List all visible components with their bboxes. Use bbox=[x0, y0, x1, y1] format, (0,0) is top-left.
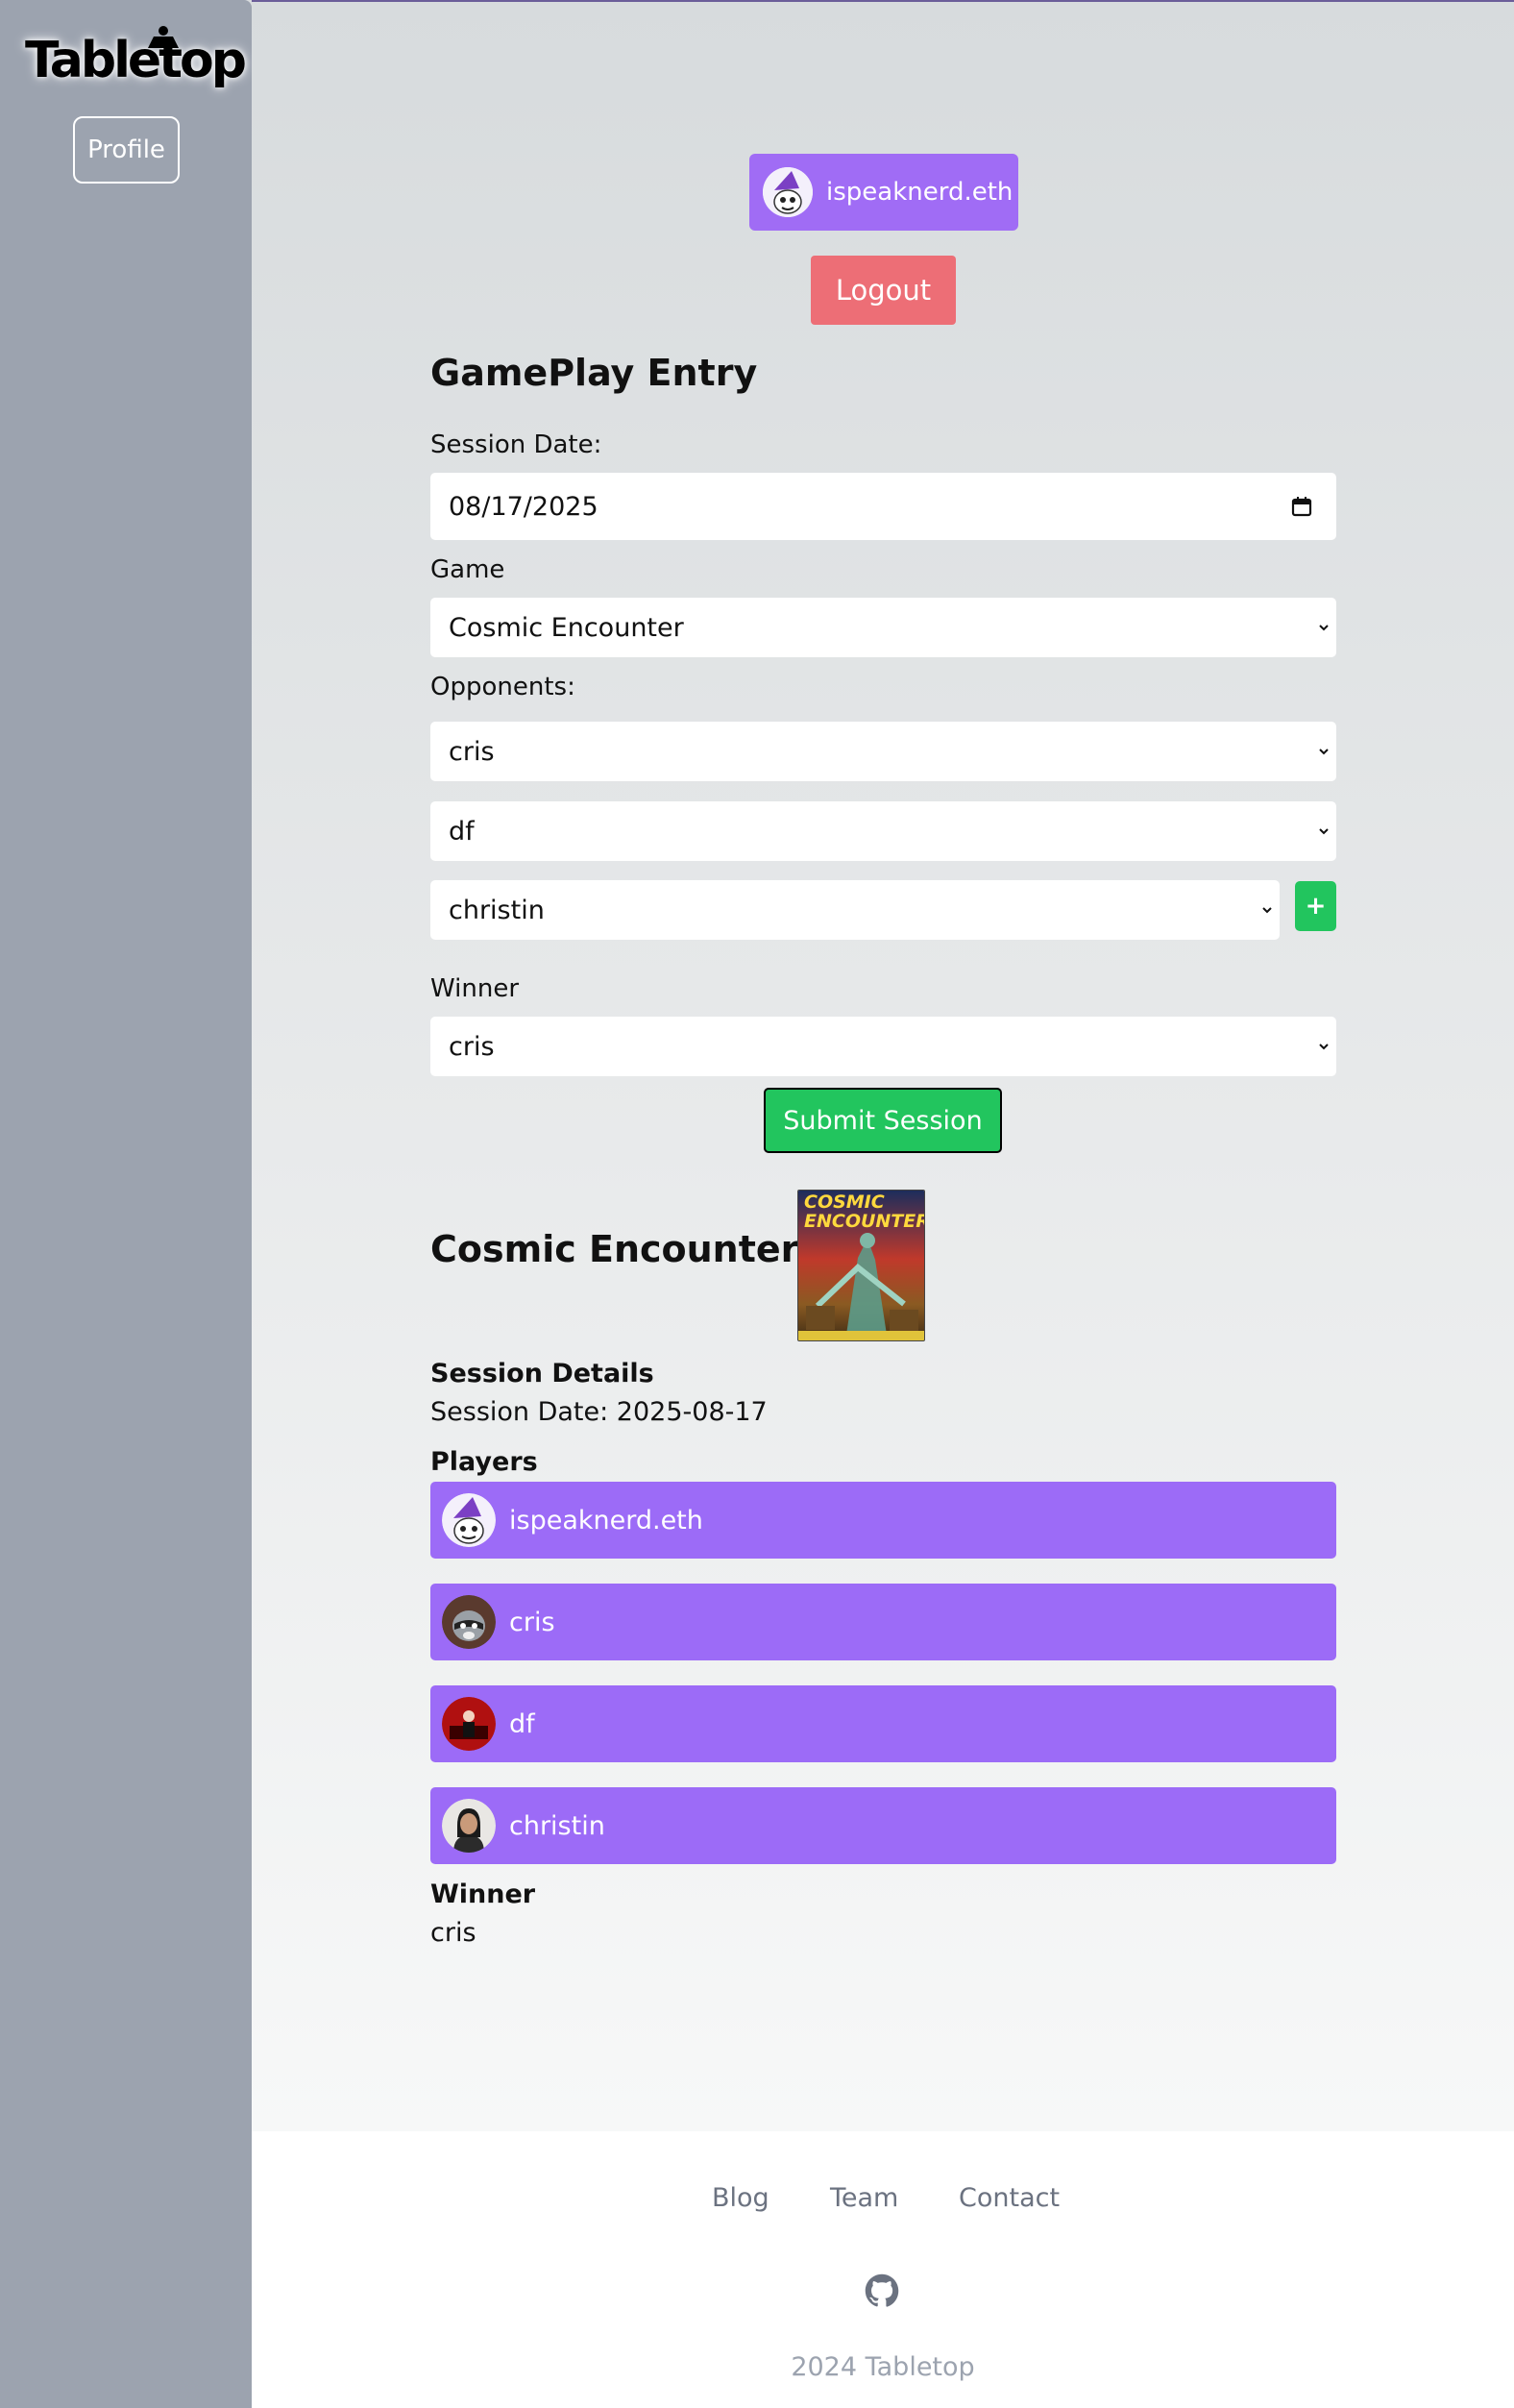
chevron-down-icon bbox=[1319, 828, 1329, 835]
calendar-icon[interactable] bbox=[1290, 495, 1313, 518]
tabletop-logo[interactable]: Tabletop bbox=[25, 26, 247, 94]
meeple-icon bbox=[148, 26, 179, 48]
player-row: ispeaknerd.eth bbox=[430, 1482, 1336, 1559]
opponent-select-3[interactable]: christin bbox=[430, 880, 1280, 940]
opponents-label: Opponents: bbox=[430, 673, 575, 701]
player-name: christin bbox=[509, 1810, 605, 1841]
chevron-down-icon bbox=[1319, 1044, 1329, 1050]
opponent-select-value: christin bbox=[449, 895, 545, 925]
game-box-art: COSMIC ENCOUNTER bbox=[797, 1190, 925, 1341]
user-avatar bbox=[763, 167, 813, 217]
add-opponent-button[interactable]: + bbox=[1295, 881, 1336, 931]
session-details-label: Session Details bbox=[430, 1359, 654, 1388]
player-avatar bbox=[442, 1799, 496, 1853]
game-select-value: Cosmic Encounter bbox=[449, 612, 684, 643]
game-select[interactable]: Cosmic Encounter bbox=[430, 598, 1336, 657]
form-title: GamePlay Entry bbox=[430, 352, 758, 394]
session-date-text: Session Date: 2025-08-17 bbox=[430, 1397, 768, 1427]
session-date-label: Session Date: bbox=[430, 430, 602, 459]
user-chip[interactable]: ispeaknerd.eth bbox=[749, 154, 1018, 231]
person-avatar-icon bbox=[442, 1799, 496, 1853]
submit-session-button[interactable]: Submit Session bbox=[764, 1088, 1002, 1153]
art-title-line-1: COSMIC bbox=[804, 1192, 885, 1213]
player-name: cris bbox=[509, 1607, 555, 1637]
copyright: 2024 Tabletop bbox=[791, 2352, 975, 2382]
logo-text: Tabletop bbox=[25, 32, 247, 89]
player-row: df bbox=[430, 1685, 1336, 1762]
footer-link-contact[interactable]: Contact bbox=[959, 2183, 1060, 2213]
opponent-select-1[interactable]: cris bbox=[430, 722, 1336, 781]
player-avatar bbox=[442, 1595, 496, 1649]
player-avatar bbox=[442, 1493, 496, 1547]
player-row: christin bbox=[430, 1787, 1336, 1864]
winner-label: Winner bbox=[430, 1880, 536, 1909]
footer-link-team[interactable]: Team bbox=[830, 2183, 898, 2213]
players-label: Players bbox=[430, 1447, 538, 1477]
opponent-select-value: df bbox=[449, 816, 475, 847]
wizard-avatar-icon bbox=[763, 167, 813, 217]
opponent-select-2[interactable]: df bbox=[430, 801, 1336, 861]
winner-value: cris bbox=[430, 1918, 476, 1948]
footer-link-blog[interactable]: Blog bbox=[712, 2183, 769, 2213]
player-name: df bbox=[509, 1708, 535, 1739]
player-row: cris bbox=[430, 1584, 1336, 1660]
winner-select[interactable]: cris bbox=[430, 1017, 1336, 1076]
session-date-input[interactable]: 08/17/2025 bbox=[430, 473, 1336, 540]
github-icon[interactable] bbox=[865, 2273, 899, 2308]
winner-select-value: cris bbox=[449, 1031, 495, 1062]
game-title: Cosmic Encounter bbox=[430, 1228, 799, 1270]
winner-select-label: Winner bbox=[430, 974, 520, 1003]
raccoon-avatar-icon bbox=[442, 1595, 496, 1649]
chevron-down-icon bbox=[1262, 907, 1272, 914]
red-portrait-avatar-icon bbox=[442, 1697, 496, 1751]
chevron-down-icon bbox=[1319, 625, 1329, 631]
username: ispeaknerd.eth bbox=[826, 178, 1013, 207]
sidebar: Tabletop Profile bbox=[0, 0, 252, 2408]
game-label: Game bbox=[430, 555, 505, 584]
opponent-select-value: cris bbox=[449, 736, 495, 767]
logout-button[interactable]: Logout bbox=[811, 256, 956, 325]
wizard-avatar-icon bbox=[442, 1493, 496, 1547]
player-name: ispeaknerd.eth bbox=[509, 1505, 703, 1536]
profile-button[interactable]: Profile bbox=[73, 116, 180, 184]
player-avatar bbox=[442, 1697, 496, 1751]
art-title-line-2: ENCOUNTER bbox=[804, 1211, 925, 1232]
session-date-value: 08/17/2025 bbox=[449, 491, 598, 522]
chevron-down-icon bbox=[1319, 749, 1329, 755]
